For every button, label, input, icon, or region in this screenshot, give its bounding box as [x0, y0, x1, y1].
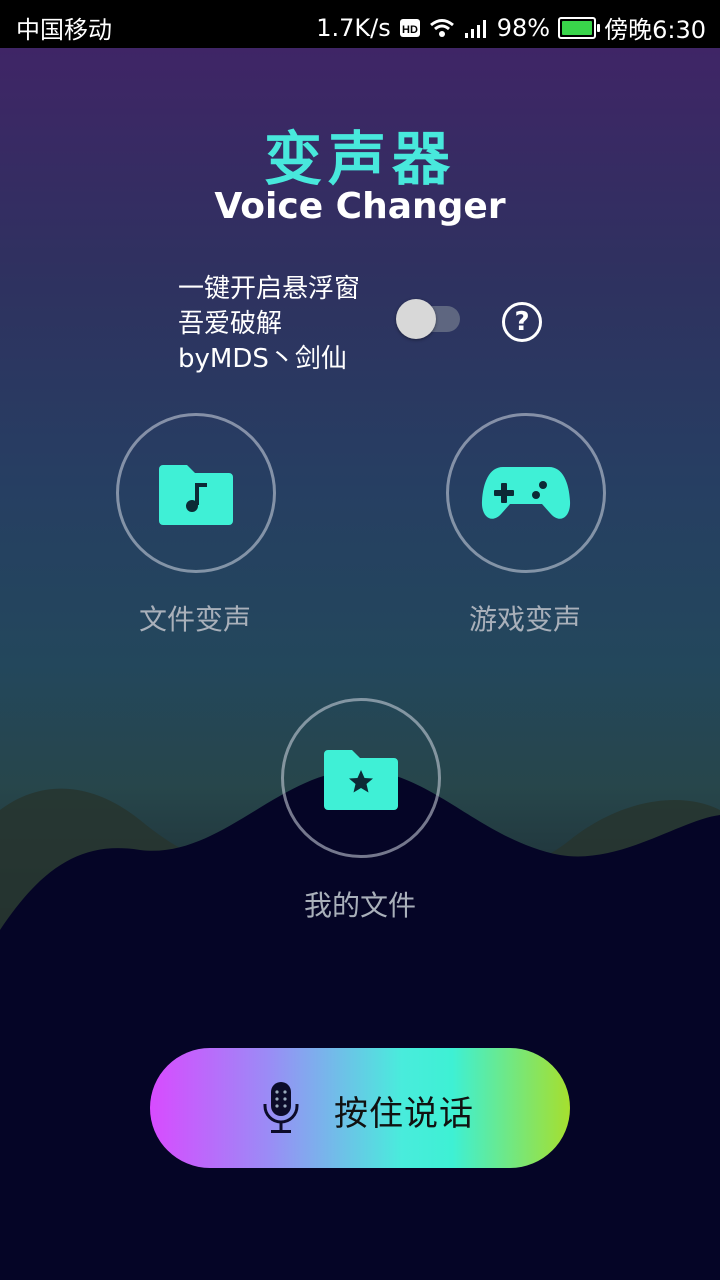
hold-to-talk-button[interactable]: 按住说话	[150, 1048, 570, 1168]
battery-percent: 98%	[496, 13, 551, 42]
network-speed: 1.7K/s	[316, 13, 391, 42]
microphone-icon	[263, 1082, 299, 1133]
file-voice-button[interactable]	[116, 413, 276, 573]
floating-window-text: 一键开启悬浮窗 吾爱破解 byMDS丶剑仙	[178, 272, 360, 377]
file-voice-label: 文件变声	[138, 603, 251, 636]
game-voice-button[interactable]	[446, 413, 606, 573]
music-folder-icon	[159, 465, 233, 525]
floating-line-1: 一键开启悬浮窗	[178, 274, 361, 304]
app-title-cn: 变声器	[263, 125, 456, 193]
svg-text:HD: HD	[402, 24, 418, 36]
star-folder-icon	[324, 750, 398, 810]
floating-line-3: byMDS丶剑仙	[178, 344, 347, 374]
floating-window-toggle[interactable]	[396, 299, 460, 339]
my-files-button[interactable]	[281, 698, 441, 858]
my-files-label: 我的文件	[303, 889, 416, 922]
status-bar: 中国移动 1.7K/s HD 98% 傍晚6:30	[0, 0, 720, 48]
hd-icon: HD	[399, 17, 421, 39]
gamepad-icon	[481, 467, 571, 519]
wifi-icon	[429, 17, 455, 39]
floating-line-2: 吾爱破解	[178, 309, 283, 339]
carrier-label: 中国移动	[16, 16, 112, 44]
clock: 傍晚6:30	[604, 16, 706, 44]
toggle-knob	[396, 299, 436, 339]
help-button[interactable]: ?	[502, 302, 542, 342]
signal-icon	[463, 17, 489, 39]
battery-icon	[558, 16, 601, 39]
app-title-en: Voice Changer	[214, 186, 506, 227]
hold-to-talk-label: 按住说话	[334, 1094, 474, 1134]
game-voice-label: 游戏变声	[468, 603, 581, 636]
